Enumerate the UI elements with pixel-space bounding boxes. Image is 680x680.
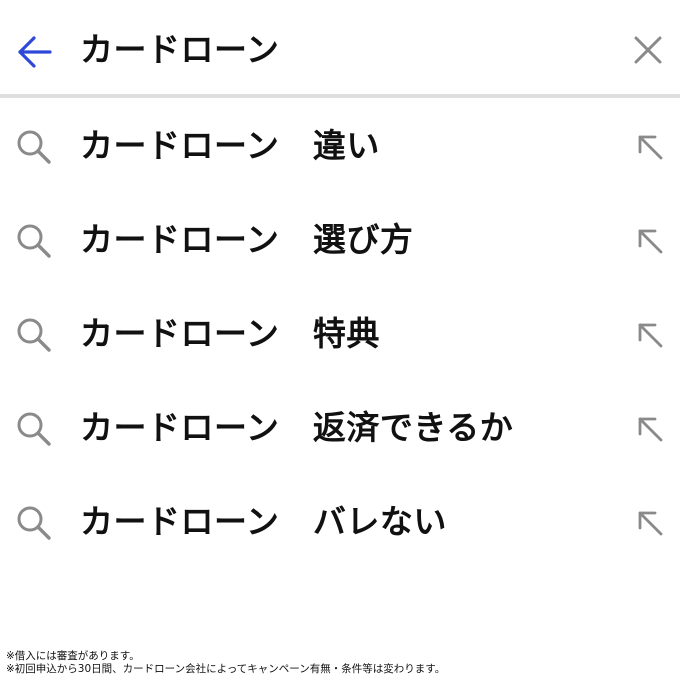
suggestion-label: カードローン 返済できるか [80,408,514,447]
suggestion-item[interactable]: カードローン バレない [0,476,680,570]
arrow-up-left-icon [638,135,663,160]
search-icon [17,412,51,446]
search-icon [17,318,51,352]
search-icon [17,506,51,540]
close-icon [634,36,662,64]
arrow-up-left-icon [638,229,663,254]
disclaimer-line: ※借入には審査があります。 [6,650,140,662]
fill-query-button[interactable] [630,315,670,355]
suggestion-label: カードローン 違い [80,126,380,165]
arrow-left-icon [18,36,52,68]
search-icon [17,224,51,258]
disclaimer-line: ※初回申込から30日間、カードローン会社によってキャンペーン有無・条件等は変わり… [6,663,446,675]
suggestion-label: カードローン 選び方 [80,220,414,259]
arrow-up-left-icon [638,323,663,348]
fill-query-button[interactable] [630,127,670,167]
search-input[interactable]: カードローン [80,28,279,72]
suggestion-label: カードローン バレない [80,502,447,541]
back-button[interactable] [14,32,54,72]
arrow-up-left-icon [638,511,663,536]
suggestion-item[interactable]: カードローン 選び方 [0,194,680,288]
suggestion-item[interactable]: カードローン 違い [0,100,680,194]
search-header: カードローン [0,0,680,96]
arrow-up-left-icon [638,417,663,442]
header-divider [0,94,680,98]
suggestion-label: カードローン 特典 [80,314,380,353]
fill-query-button[interactable] [630,221,670,261]
disclaimer-notes: ※借入には審査があります。 ※初回申込から30日間、カードローン会社によってキャ… [6,650,445,676]
suggestion-list: カードローン 違い カードローン 選び方 カードローン 特典 カードローン 返済… [0,100,680,570]
clear-button[interactable] [628,30,668,70]
suggestion-item[interactable]: カードローン 返済できるか [0,382,680,476]
fill-query-button[interactable] [630,503,670,543]
fill-query-button[interactable] [630,409,670,449]
search-icon [17,130,51,164]
suggestion-item[interactable]: カードローン 特典 [0,288,680,382]
